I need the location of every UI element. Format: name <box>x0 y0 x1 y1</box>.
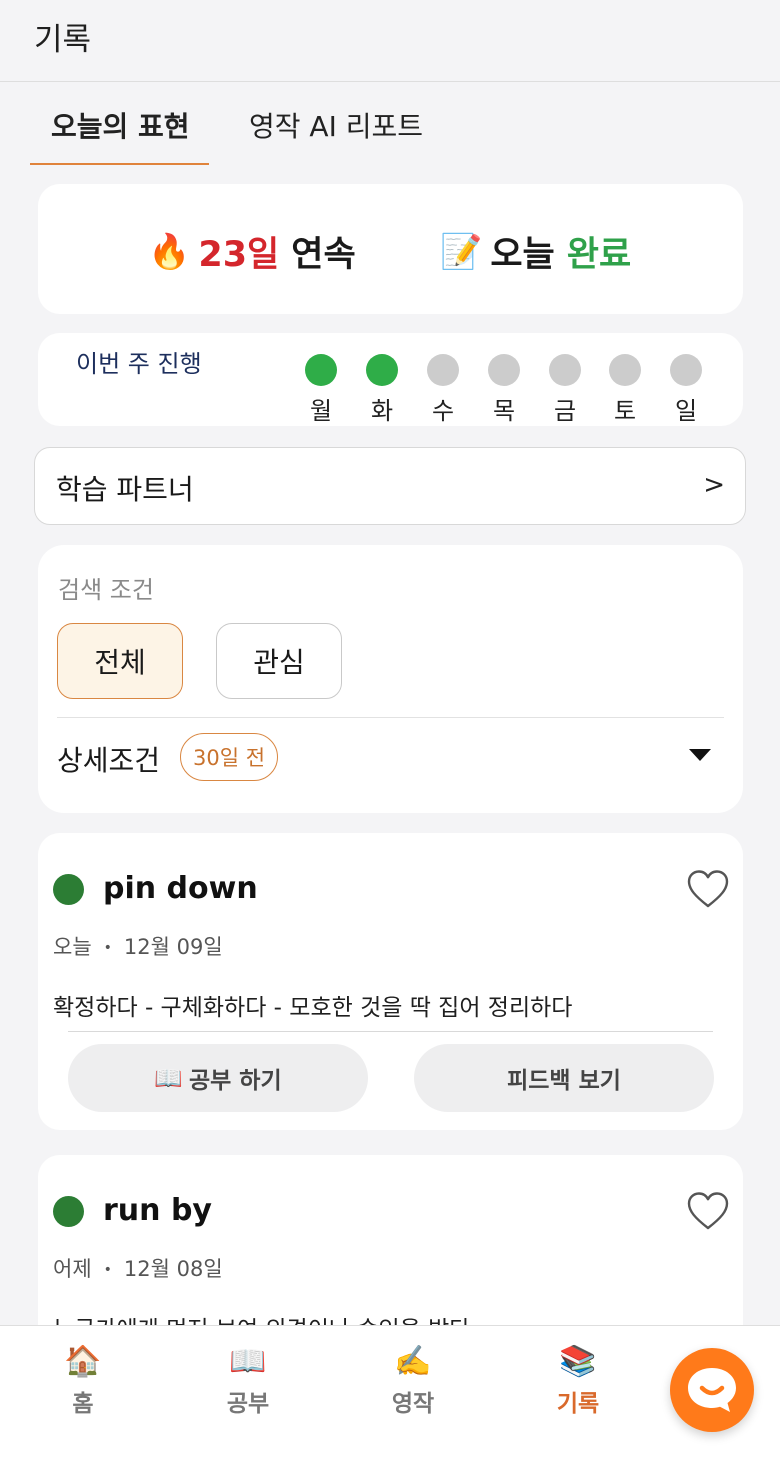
book-icon: 📖 <box>154 1065 183 1092</box>
tab-ai-report[interactable]: 영작 AI 리포트 <box>249 105 423 145</box>
streak-count: 🔥 23일 연속 <box>148 226 356 277</box>
expression-meta: 오늘 • 12월 09일 <box>53 931 223 961</box>
learning-partner-button[interactable]: 학습 파트너 > <box>34 447 746 525</box>
book-icon: 📖 <box>229 1344 267 1379</box>
day-status-dot <box>366 354 398 386</box>
day-label: 금 <box>553 397 577 425</box>
day-thu: 목 <box>487 354 521 426</box>
chat-smile-icon <box>688 1368 736 1412</box>
divider <box>68 1031 713 1032</box>
heart-icon[interactable] <box>686 869 730 909</box>
nav-label: 공부 <box>226 1391 270 1417</box>
streak-suffix: 연속 <box>291 235 356 275</box>
day-status-dot <box>549 354 581 386</box>
detail-filter-label[interactable]: 상세조건 <box>57 739 160 779</box>
day-fri: 금 <box>548 354 582 426</box>
day-status-dot <box>305 354 337 386</box>
day-wed: 수 <box>426 354 460 426</box>
streak-days: 23일 <box>198 235 280 275</box>
study-button-label: 공부 하기 <box>188 1068 282 1094</box>
day-label: 토 <box>613 397 637 425</box>
tab-today-expression[interactable]: 오늘의 표현 <box>51 105 190 145</box>
fire-icon: 🔥 <box>148 231 191 272</box>
day-label: 수 <box>431 397 455 425</box>
streak-card: 🔥 23일 연속 📝 오늘 완료 <box>38 184 743 314</box>
tab-bar: 오늘의 표현 영작 AI 리포트 <box>0 83 780 165</box>
dropdown-caret-icon[interactable] <box>689 749 711 761</box>
period-badge[interactable]: 30일 전 <box>180 733 279 781</box>
day-label: 일 <box>674 397 698 425</box>
nav-label: 기록 <box>556 1391 600 1417</box>
learning-partner-label: 학습 파트너 <box>56 473 194 506</box>
divider <box>57 717 724 718</box>
expression-meaning: 확정하다 - 구체화하다 - 모호한 것을 딱 집어 정리하다 <box>53 995 573 1021</box>
day-status-dot <box>488 354 520 386</box>
nav-home[interactable]: 🏠 홈 <box>28 1342 138 1418</box>
day-mon: 월 <box>304 354 338 426</box>
day-status-dot <box>427 354 459 386</box>
nav-label: 홈 <box>72 1391 94 1417</box>
today-complete: 완료 <box>566 235 632 275</box>
books-icon: 📚 <box>559 1344 597 1379</box>
day-status-dot <box>609 354 641 386</box>
expression-card: pin down 오늘 • 12월 09일 확정하다 - 구체화하다 - 모호한 것… <box>38 833 743 1130</box>
relative-day: 오늘 <box>53 935 92 959</box>
expression-title: pin down <box>103 871 258 906</box>
today-status: 📝 오늘 완료 <box>440 226 631 277</box>
search-filter-card: 검색 조건 전체 관심 상세조건 30일 전 <box>38 545 743 813</box>
today-label: 오늘 <box>490 235 555 275</box>
nav-study[interactable]: 📖 공부 <box>193 1342 303 1418</box>
filter-section-label: 검색 조건 <box>58 576 154 604</box>
day-tue: 화 <box>365 354 399 426</box>
day-status-dot <box>670 354 702 386</box>
page-title: 기록 <box>34 22 92 58</box>
meta-separator: • <box>103 1262 112 1278</box>
meta-separator: • <box>103 940 112 956</box>
expression-meta: 어제 • 12월 08일 <box>53 1253 223 1283</box>
top-app-bar: 기록 <box>0 0 780 82</box>
nav-label: 영작 <box>391 1391 435 1417</box>
memo-icon: 📝 <box>440 231 483 272</box>
day-label: 목 <box>492 397 516 425</box>
house-icon: 🏠 <box>64 1344 102 1379</box>
status-dot <box>53 1196 84 1227</box>
chat-fab-button[interactable] <box>670 1348 754 1432</box>
expression-date: 12월 09일 <box>123 935 223 959</box>
heart-icon[interactable] <box>686 1191 730 1231</box>
day-label: 월 <box>309 397 333 425</box>
study-button[interactable]: 📖 공부 하기 <box>68 1044 368 1112</box>
active-tab-indicator <box>30 163 209 165</box>
writing-hand-icon: ✍️ <box>394 1344 432 1379</box>
filter-chip-favorites[interactable]: 관심 <box>216 623 342 699</box>
status-dot <box>53 874 84 905</box>
expression-date: 12월 08일 <box>123 1257 223 1281</box>
feedback-button[interactable]: 피드백 보기 <box>414 1044 714 1112</box>
relative-day: 어제 <box>53 1257 92 1281</box>
chevron-right-icon: > <box>703 470 725 500</box>
filter-chip-all[interactable]: 전체 <box>57 623 183 699</box>
nav-records[interactable]: 📚 기록 <box>523 1342 633 1418</box>
day-label: 화 <box>370 397 394 425</box>
weekly-progress-label: 이번 주 진행 <box>76 350 202 378</box>
day-sun: 일 <box>669 354 703 426</box>
nav-writing[interactable]: ✍️ 영작 <box>358 1342 468 1418</box>
expression-title: run by <box>103 1193 212 1228</box>
day-sat: 토 <box>608 354 642 426</box>
bottom-navigation: 🏠 홈 📖 공부 ✍️ 영작 📚 기록 <box>0 1325 780 1465</box>
weekly-progress-card: 이번 주 진행 월 화 수 목 금 토 일 <box>38 333 743 426</box>
